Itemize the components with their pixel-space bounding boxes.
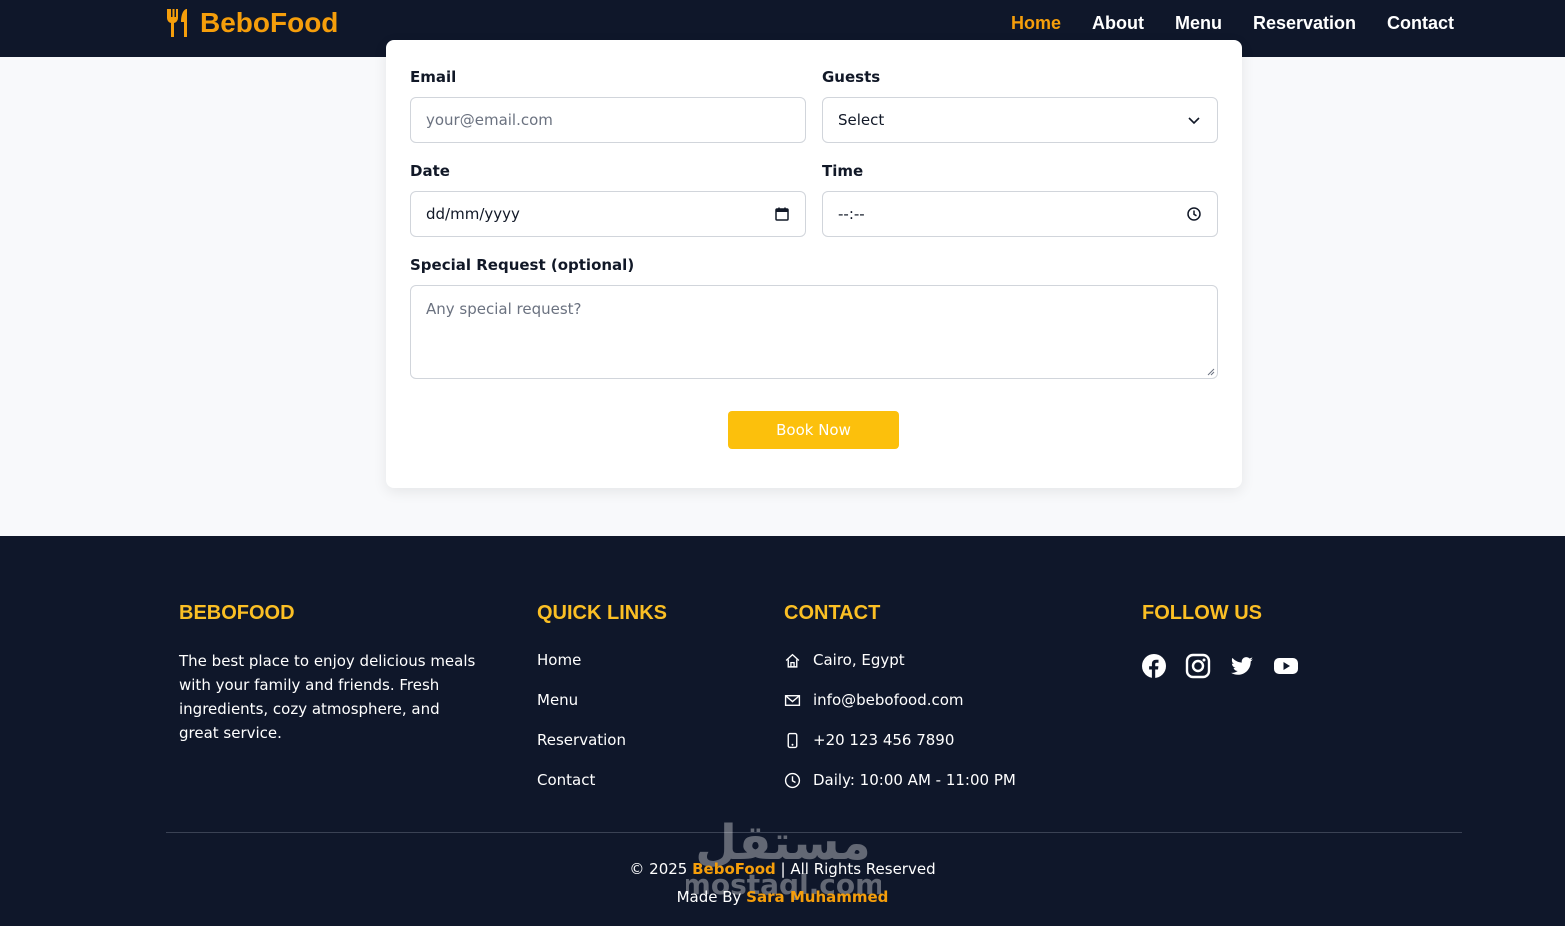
footer-contact-title: CONTACT [784, 602, 881, 624]
contact-hours-text: Daily: 10:00 AM - 11:00 PM [813, 771, 1016, 789]
contact-hours: Daily: 10:00 AM - 11:00 PM [784, 771, 1016, 789]
copyright-brand: BeboFood [692, 860, 776, 878]
twitter-icon[interactable] [1229, 653, 1255, 679]
footer: BEBOFOOD The best place to enjoy delicio… [0, 536, 1565, 926]
copyright-suffix: | All Rights Reserved [775, 860, 936, 878]
date-label: Date [410, 162, 450, 180]
email-field[interactable]: your@email.com [410, 97, 806, 143]
clock-icon [784, 772, 801, 788]
footer-divider [166, 832, 1462, 833]
made-by-text: Made By Sara Muhammed [0, 888, 1565, 906]
footer-link-menu[interactable]: Menu [537, 691, 578, 709]
made-by-prefix: Made By [676, 888, 747, 906]
footer-links-title: QUICK LINKS [537, 602, 667, 624]
footer-link-contact[interactable]: Contact [537, 771, 595, 789]
footer-about-text: The best place to enjoy delicious meals … [179, 652, 476, 742]
instagram-icon[interactable] [1185, 653, 1211, 679]
email-placeholder: your@email.com [426, 111, 553, 129]
made-by-name[interactable]: Sara Muhammed [746, 888, 888, 906]
contact-email-text: info@bebofood.com [813, 691, 964, 709]
special-request-textarea[interactable]: Any special request? [410, 285, 1218, 379]
footer-follow-title: FOLLOW US [1142, 602, 1262, 624]
copyright-prefix: © 2025 [629, 860, 693, 878]
social-links [1141, 653, 1299, 679]
chevron-down-icon [1188, 117, 1200, 125]
footer-about-title: BEBOFOOD [179, 602, 295, 624]
youtube-icon[interactable] [1273, 653, 1299, 679]
footer-link-home[interactable]: Home [537, 651, 581, 669]
fork-knife-icon [166, 9, 187, 37]
guests-label: Guests [822, 68, 881, 86]
copyright-text: © 2025 BeboFood | All Rights Reserved [0, 860, 1565, 878]
nav-link-reservation[interactable]: Reservation [1253, 13, 1356, 34]
guests-select[interactable]: Select [822, 97, 1218, 143]
nav-link-about[interactable]: About [1092, 13, 1144, 34]
time-label: Time [822, 162, 864, 180]
brand-name: BeboFood [200, 7, 339, 38]
date-placeholder: dd/mm/yyyy [426, 205, 520, 223]
book-now-button[interactable]: Book Now [728, 411, 899, 449]
calendar-icon[interactable] [774, 206, 790, 222]
facebook-icon[interactable] [1141, 653, 1167, 679]
reservation-form-card: Email your@email.com Guests Select Date … [386, 40, 1242, 488]
phone-icon [787, 732, 798, 748]
contact-phone-text: +20 123 456 7890 [813, 731, 955, 749]
contact-email: info@bebofood.com [784, 691, 964, 709]
date-field[interactable]: dd/mm/yyyy [410, 191, 806, 237]
contact-phone: +20 123 456 7890 [784, 731, 954, 749]
brand-logo[interactable]: BeboFood [164, 7, 338, 39]
footer-link-reservation[interactable]: Reservation [537, 731, 626, 749]
nav-link-menu[interactable]: Menu [1175, 13, 1222, 34]
home-icon [785, 653, 800, 668]
clock-icon[interactable] [1186, 206, 1202, 222]
guests-selected-value: Select [838, 111, 885, 129]
envelope-icon [784, 694, 801, 706]
contact-address: Cairo, Egypt [784, 651, 905, 669]
nav-link-home[interactable]: Home [1011, 13, 1061, 34]
email-label: Email [410, 68, 457, 86]
special-request-placeholder: Any special request? [426, 300, 582, 318]
special-request-label: Special Request (optional) [410, 256, 635, 274]
time-placeholder: --:-- [838, 205, 865, 223]
resize-handle-icon[interactable] [1207, 368, 1215, 376]
time-field[interactable]: --:-- [822, 191, 1218, 237]
contact-address-text: Cairo, Egypt [813, 651, 905, 669]
nav-link-contact[interactable]: Contact [1387, 13, 1454, 34]
